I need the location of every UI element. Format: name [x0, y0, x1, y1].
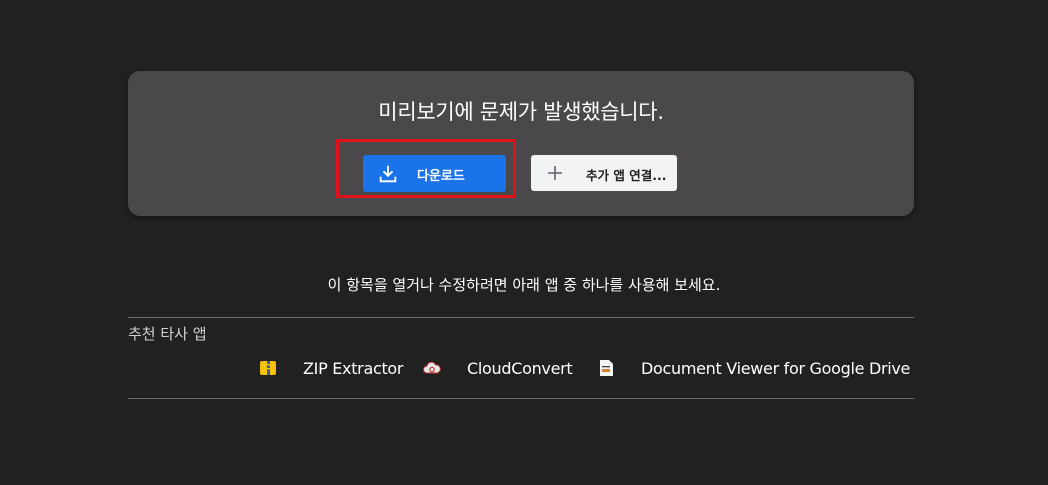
cloudconvert-icon — [423, 361, 441, 374]
app-zip-extractor[interactable]: ZIP Extractor — [259, 357, 403, 379]
plus-icon — [548, 166, 562, 180]
preview-error-card: 미리보기에 문제가 발생했습니다. 다운로드 추가 앱 연결... — [128, 71, 914, 216]
document-viewer-icon — [600, 360, 613, 376]
open-with-prompt: 이 항목을 열거나 수정하려면 아래 앱 중 하나를 사용해 보세요. — [327, 276, 721, 294]
app-name: ZIP Extractor — [303, 358, 404, 378]
connect-more-apps-label: 추가 앱 연결... — [586, 168, 667, 183]
divider-bottom — [128, 398, 914, 399]
connect-more-apps-button[interactable]: 추가 앱 연결... — [531, 155, 677, 191]
divider-top — [128, 317, 914, 318]
download-icon — [379, 165, 397, 183]
app-name: Document Viewer for Google Drive — [641, 358, 911, 378]
zip-extractor-icon — [260, 361, 276, 375]
download-button-label: 다운로드 — [417, 169, 465, 184]
download-button[interactable]: 다운로드 — [363, 155, 506, 192]
app-cloudconvert[interactable]: CloudConvert — [423, 357, 573, 379]
recommended-apps-title: 추천 타사 앱 — [128, 325, 207, 343]
preview-error-title: 미리보기에 문제가 발생했습니다. — [378, 100, 664, 124]
app-document-viewer[interactable]: Document Viewer for Google Drive — [597, 357, 910, 379]
app-name: CloudConvert — [467, 358, 573, 378]
